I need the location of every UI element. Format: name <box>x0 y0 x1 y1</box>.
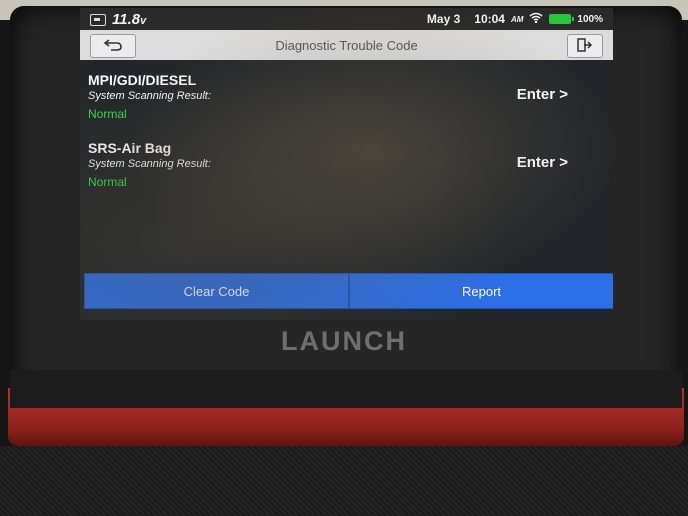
time: 10:04 <box>474 12 505 26</box>
screen: 11.8v May 3 10:04 AM 100% Diagnostic Tro… <box>80 8 613 320</box>
exit-icon <box>577 37 593 55</box>
exit-button[interactable] <box>567 34 603 58</box>
wifi-icon <box>529 12 543 26</box>
title-bar: Diagnostic Trouble Code <box>80 30 613 60</box>
enter-button[interactable]: Enter > <box>517 86 568 103</box>
battery-icon <box>549 14 575 24</box>
voltage-indicator: 11.8v <box>90 11 146 28</box>
background-floor <box>0 446 688 516</box>
scan-result: Normal <box>88 175 127 189</box>
device-bezel-rim <box>10 370 682 408</box>
battery-percent: 100% <box>577 13 603 25</box>
voltage-unit: v <box>140 15 147 27</box>
car-battery-icon <box>90 13 106 26</box>
date: May 3 <box>426 12 461 26</box>
voltage-value: 11.8 <box>112 11 141 28</box>
clear-code-button[interactable]: Clear Code <box>84 273 349 309</box>
report-button[interactable]: Report <box>349 273 613 309</box>
footer-buttons: Clear Code Report <box>84 273 613 309</box>
scan-result: Normal <box>88 107 127 121</box>
am-pm: AM <box>510 14 524 24</box>
brand-logo: LAUNCH <box>281 326 407 356</box>
status-bar: 11.8v May 3 10:04 AM 100% <box>80 8 613 30</box>
status-right: May 3 10:04 AM 100% <box>427 12 603 26</box>
page-title: Diagnostic Trouble Code <box>275 38 418 53</box>
enter-button[interactable]: Enter > <box>517 154 568 171</box>
system-row-srs[interactable]: SRS-Air Bag System Scanning Result: Norm… <box>88 140 608 189</box>
system-row-mpi[interactable]: MPI/GDI/DIESEL System Scanning Result: N… <box>88 72 608 121</box>
